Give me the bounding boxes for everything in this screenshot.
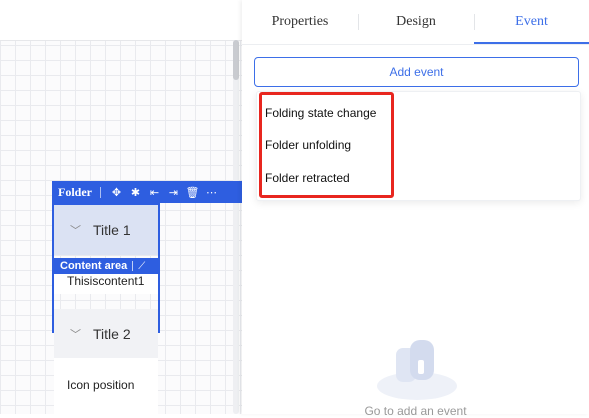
folder-panel-header-1[interactable]: ﹀ Title 1 <box>54 205 158 255</box>
content-area-toolbar: Content area ⟋ <box>54 258 158 274</box>
canvas-scrollbar-thumb[interactable] <box>233 40 239 80</box>
folder-toolbar-label: Folder <box>58 184 92 199</box>
more-icon[interactable]: ⋯ <box>202 186 221 199</box>
empty-state-text: Go to add an event <box>364 404 467 418</box>
chevron-down-icon: ﹀ <box>70 224 81 237</box>
design-canvas[interactable]: Folder ✥ ✱ ⇤ ⇥ 🗑 ⋯ ﹀ Title 1 Content are… <box>0 0 242 414</box>
align-right-icon[interactable]: ⇥ <box>164 186 183 199</box>
folder-component-toolbar: Folder ✥ ✱ ⇤ ⇥ 🗑 ⋯ <box>52 181 242 203</box>
folder-panel-header-2[interactable]: ﹀ Title 2 <box>54 309 158 359</box>
canvas-scrollbar[interactable] <box>233 40 239 414</box>
highlight-annotation-box <box>259 92 394 198</box>
active-tab-indicator <box>474 42 589 44</box>
content-area-text[interactable]: Thisiscontent1 <box>54 274 158 294</box>
toolbar-divider <box>100 186 101 198</box>
folder-panel-title: Title 1 <box>93 222 131 238</box>
inspector-panel: Properties Design Event Add event Foldin… <box>242 0 589 418</box>
inspector-tabs: Properties Design Event <box>242 0 589 45</box>
folder-panel-title: Title 2 <box>93 326 131 342</box>
icon-position-label[interactable]: Icon position <box>54 358 158 414</box>
empty-state-illustration <box>377 340 457 400</box>
tab-design[interactable]: Design <box>358 0 474 44</box>
tab-properties[interactable]: Properties <box>242 0 358 44</box>
chevron-down-icon: ﹀ <box>70 328 81 341</box>
toolbar-divider <box>132 261 134 271</box>
delete-icon[interactable]: 🗑 <box>183 186 202 199</box>
drag-icon[interactable]: ✱ <box>126 186 145 199</box>
brush-icon[interactable]: ⟋ <box>138 261 145 272</box>
canvas-top-bar <box>0 0 242 41</box>
content-area-label: Content area <box>60 260 128 272</box>
align-left-icon[interactable]: ⇤ <box>145 186 164 199</box>
add-event-button[interactable]: Add event <box>254 57 579 87</box>
move-icon[interactable]: ✥ <box>107 186 126 199</box>
tab-event[interactable]: Event <box>474 0 589 44</box>
